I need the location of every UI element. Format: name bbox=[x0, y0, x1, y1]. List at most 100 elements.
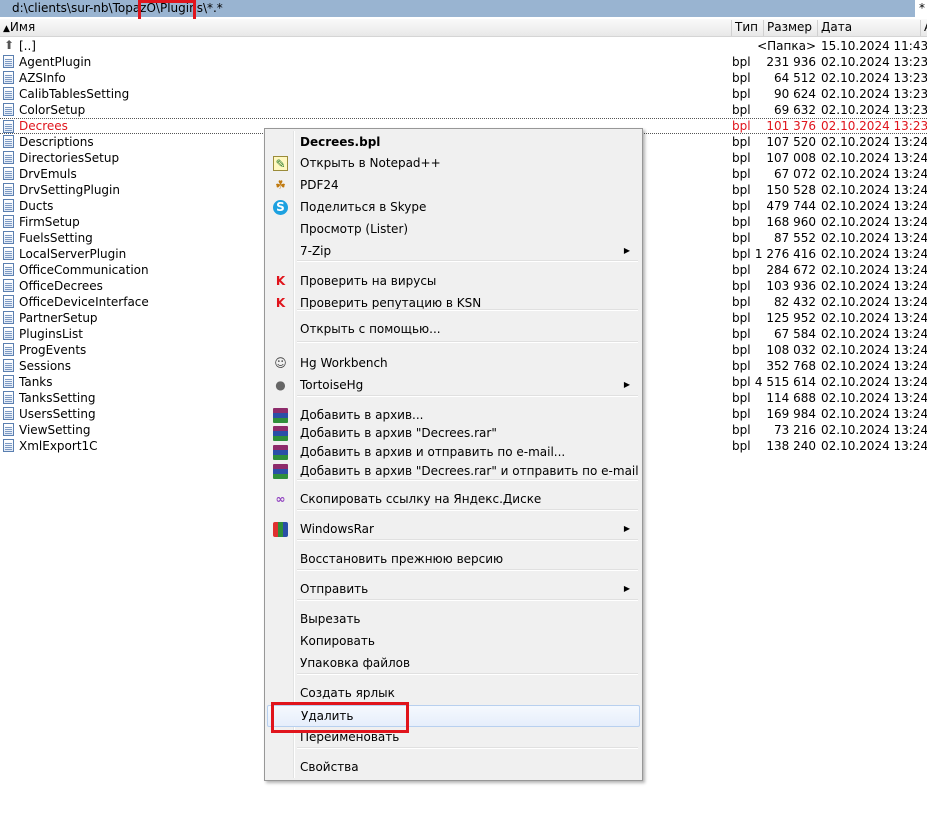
file-size: 64 512 bbox=[774, 71, 816, 85]
menu-item[interactable]: Копировать bbox=[267, 631, 640, 651]
file-row[interactable]: AgentPlugin bpl 231 936 02.10.2024 13:23 bbox=[0, 54, 927, 70]
file-type: bpl bbox=[732, 183, 751, 197]
menu-item-label: Добавить в архив и отправить по e-mail..… bbox=[300, 445, 566, 459]
menu-item[interactable]: ● TortoiseHg ▶ bbox=[267, 375, 640, 395]
menu-item-label: Добавить в архив "Decrees.rar" и отправи… bbox=[300, 464, 639, 478]
file-type: bpl bbox=[732, 103, 751, 117]
menu-item-label: Добавить в архив... bbox=[300, 408, 424, 422]
sort-arrow-icon: ▲ bbox=[3, 24, 10, 34]
file-date: 02.10.2024 13:24 bbox=[821, 151, 927, 165]
menu-item[interactable]: S Поделиться в Skype bbox=[267, 197, 640, 217]
parent-dir-row[interactable]: ⬆ [..] <Папка> 15.10.2024 11:43 bbox=[0, 38, 927, 54]
file-type: bpl bbox=[732, 343, 751, 357]
column-header-name[interactable]: ▲Имя bbox=[0, 20, 732, 36]
file-icon bbox=[3, 55, 14, 68]
file-name: Ducts bbox=[19, 199, 54, 213]
menu-item[interactable]: Добавить в архив "Decrees.rar" и отправи… bbox=[267, 461, 640, 481]
file-size: 108 032 bbox=[766, 343, 816, 357]
column-header: ▲Имя Тип Размер Дата А bbox=[0, 19, 927, 37]
file-name: OfficeDecrees bbox=[19, 279, 103, 293]
file-date: 02.10.2024 13:23 bbox=[821, 119, 927, 133]
submenu-arrow-icon: ▶ bbox=[623, 246, 630, 255]
file-type: bpl bbox=[732, 55, 751, 69]
menu-item[interactable]: WindowsRar ▶ bbox=[267, 519, 640, 539]
file-size: 479 744 bbox=[766, 199, 816, 213]
menu-item-label: Decrees.bpl bbox=[300, 135, 381, 149]
file-icon bbox=[3, 439, 14, 452]
menu-separator bbox=[297, 747, 638, 749]
file-size: 87 552 bbox=[774, 231, 816, 245]
file-type: bpl bbox=[732, 295, 751, 309]
file-type: bpl bbox=[732, 87, 751, 101]
file-size: 284 672 bbox=[766, 263, 816, 277]
menu-item-label: Открыть с помощью... bbox=[300, 322, 441, 336]
column-header-type[interactable]: Тип bbox=[732, 20, 764, 36]
menu-item[interactable]: Восстановить прежнюю версию bbox=[267, 549, 640, 569]
context-menu: Decrees.bpl ✎ Открыть в Notepad++ ☘ PDF24 S По… bbox=[264, 128, 643, 781]
file-row[interactable]: AZSInfo bpl 64 512 02.10.2024 13:23 bbox=[0, 70, 927, 86]
file-date: 02.10.2024 13:24 bbox=[821, 407, 927, 421]
file-size: 1 276 416 bbox=[754, 247, 816, 261]
file-date: 02.10.2024 13:24 bbox=[821, 295, 927, 309]
menu-item-label: Проверить на вирусы bbox=[300, 274, 437, 288]
file-type: bpl bbox=[732, 279, 751, 293]
file-date: 02.10.2024 13:24 bbox=[821, 199, 927, 213]
file-date: 02.10.2024 13:24 bbox=[821, 391, 927, 405]
notepad-icon: ✎ bbox=[273, 156, 288, 171]
winrar-icon bbox=[273, 522, 288, 537]
menu-item-label: Поделиться в Skype bbox=[300, 200, 427, 214]
file-type: bpl bbox=[732, 327, 751, 341]
file-type: bpl bbox=[732, 215, 751, 229]
submenu-arrow-icon: ▶ bbox=[623, 380, 630, 389]
menu-item[interactable]: Создать ярлык bbox=[267, 683, 640, 703]
menu-separator bbox=[297, 599, 638, 601]
file-icon bbox=[3, 87, 14, 100]
file-date: 02.10.2024 13:24 bbox=[821, 359, 927, 373]
file-row[interactable]: ColorSetup bpl 69 632 02.10.2024 13:23 bbox=[0, 102, 927, 118]
menu-item[interactable]: ∞ Скопировать ссылку на Яндекс.Диске bbox=[267, 489, 640, 509]
file-row[interactable]: CalibTablesSetting bpl 90 624 02.10.2024 13… bbox=[0, 86, 927, 102]
file-name: ProgEvents bbox=[19, 343, 87, 357]
file-date: 02.10.2024 13:24 bbox=[821, 231, 927, 245]
file-name: CalibTablesSetting bbox=[19, 87, 130, 101]
menu-item-label: Восстановить прежнюю версию bbox=[300, 552, 504, 566]
menu-item[interactable]: Вырезать bbox=[267, 609, 640, 629]
menu-item[interactable]: ✎ Открыть в Notepad++ bbox=[267, 153, 640, 173]
column-header-attr[interactable]: А bbox=[921, 20, 927, 36]
menu-item[interactable]: Добавить в архив... bbox=[267, 405, 640, 425]
file-type: bpl bbox=[732, 375, 751, 389]
file-date: 02.10.2024 13:24 bbox=[821, 279, 927, 293]
menu-item-label: Копировать bbox=[300, 634, 375, 648]
menu-item[interactable]: Просмотр (Lister) bbox=[267, 219, 640, 239]
menu-item[interactable]: Добавить в архив "Decrees.rar" bbox=[267, 423, 640, 443]
file-name: DirectoriesSetup bbox=[19, 151, 120, 165]
file-date: 02.10.2024 13:24 bbox=[821, 135, 927, 149]
menu-item[interactable]: Упаковка файлов bbox=[267, 653, 640, 673]
file-icon bbox=[3, 375, 14, 388]
column-header-date[interactable]: Дата bbox=[818, 20, 921, 36]
column-header-size[interactable]: Размер bbox=[764, 20, 818, 36]
menu-item[interactable]: Отправить ▶ bbox=[267, 579, 640, 599]
menu-item-label: Просмотр (Lister) bbox=[300, 222, 409, 236]
menu-item[interactable]: ☺ Hg Workbench bbox=[267, 353, 640, 373]
menu-item-label: Скопировать ссылку на Яндекс.Диске bbox=[300, 492, 542, 506]
file-name: Descriptions bbox=[19, 135, 94, 149]
menu-item[interactable]: 7-Zip ▶ bbox=[267, 241, 640, 261]
menu-item[interactable]: Добавить в архив и отправить по e-mail..… bbox=[267, 442, 640, 462]
menu-separator bbox=[297, 673, 638, 675]
file-name: AZSInfo bbox=[19, 71, 66, 85]
menu-item-label: Создать ярлык bbox=[300, 686, 395, 700]
menu-item[interactable]: ☘ PDF24 bbox=[267, 175, 640, 195]
context-menu-title[interactable]: Decrees.bpl bbox=[267, 132, 640, 152]
yandex-disk-icon: ∞ bbox=[275, 492, 286, 506]
submenu-arrow-icon: ▶ bbox=[623, 524, 630, 533]
rar-icon bbox=[273, 408, 288, 423]
menu-item[interactable]: K Проверить на вирусы bbox=[267, 271, 640, 291]
menu-item[interactable]: Свойства bbox=[267, 757, 640, 777]
rar-icon bbox=[273, 464, 288, 479]
rar-icon bbox=[273, 445, 288, 460]
file-name: ColorSetup bbox=[19, 103, 86, 117]
file-icon bbox=[3, 120, 14, 133]
menu-item[interactable]: Открыть с помощью... bbox=[267, 319, 640, 339]
file-size: 90 624 bbox=[774, 87, 816, 101]
